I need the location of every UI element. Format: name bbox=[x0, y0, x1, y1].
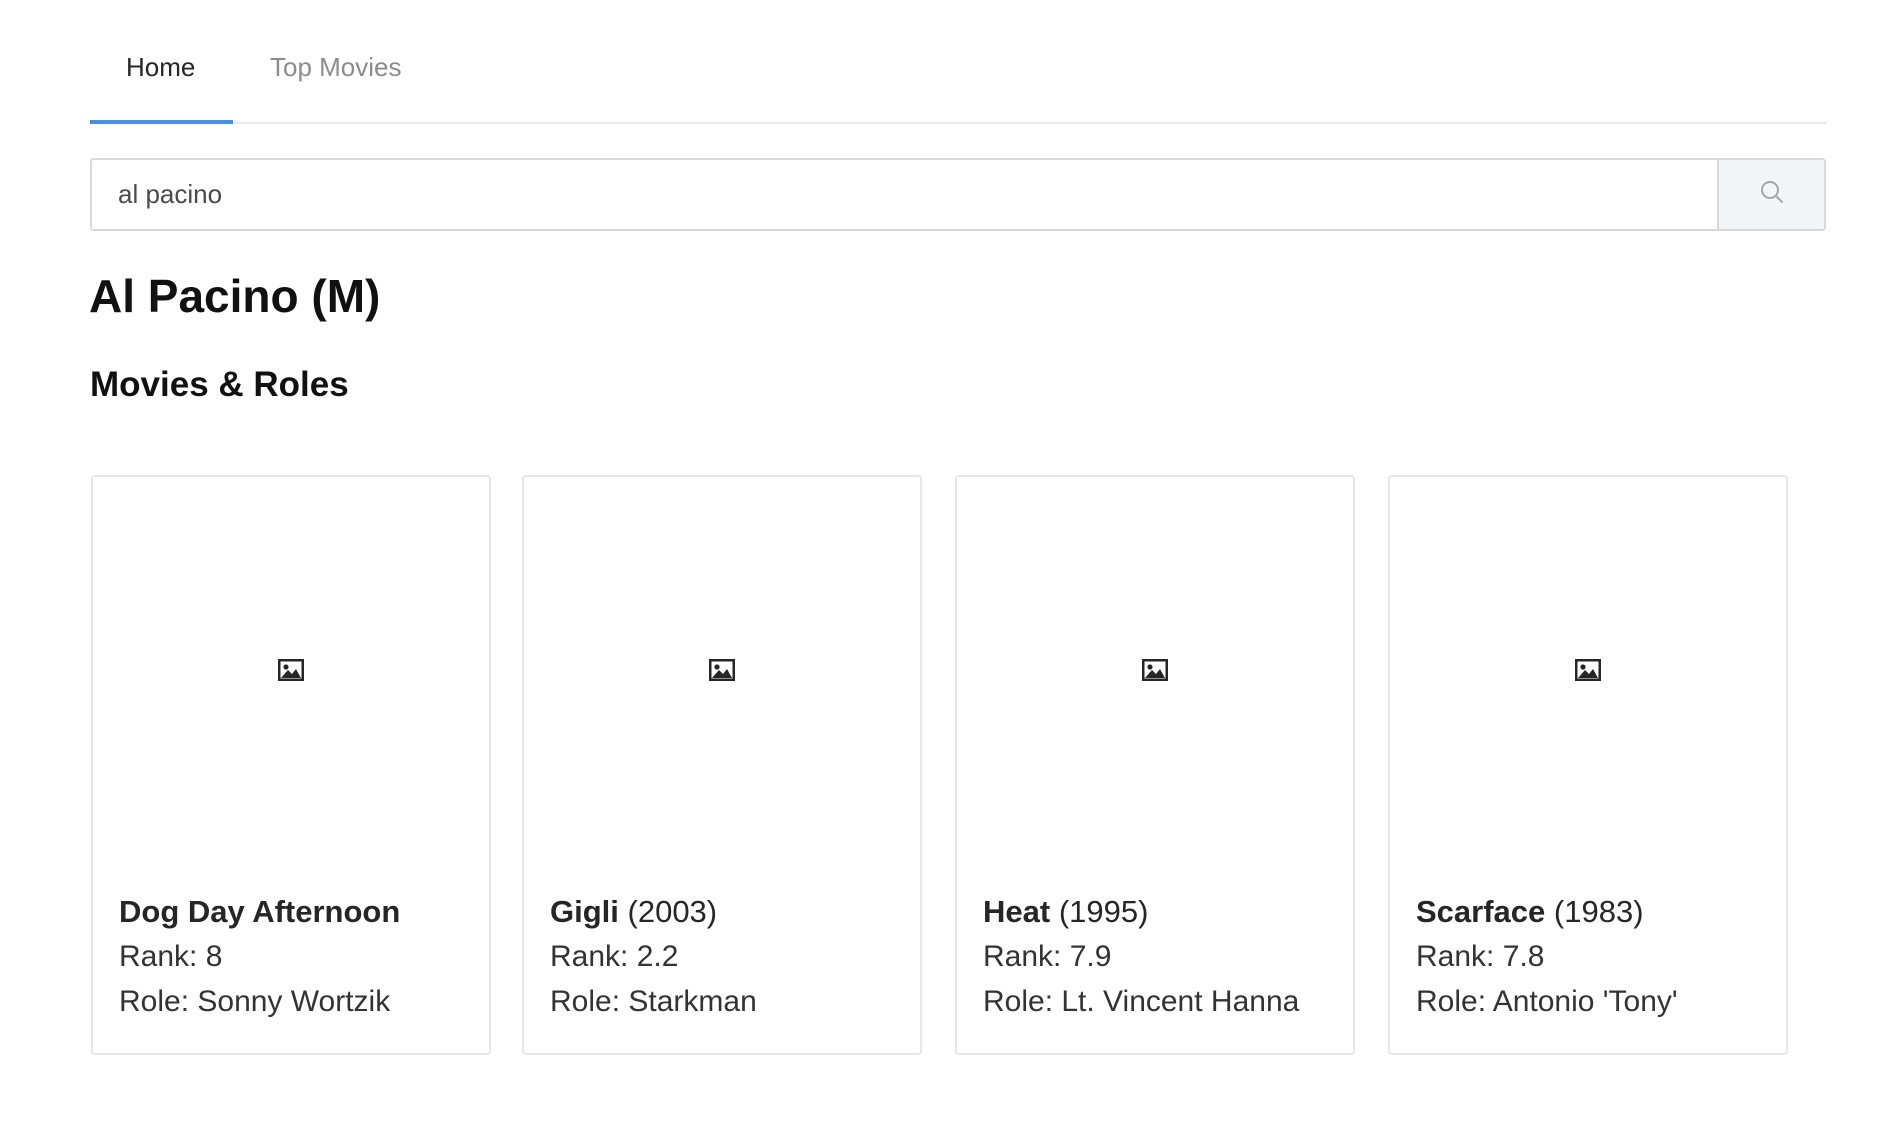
movie-rank: Rank: 7.8 bbox=[1416, 940, 1545, 973]
search-bar bbox=[90, 158, 1826, 231]
movie-card-body: Gigli (2003) Rank: 2.2 Role: Starkman bbox=[550, 892, 910, 1022]
movie-heading: Dog Day Afternoon bbox=[119, 892, 479, 932]
movie-title: Dog Day Afternoon bbox=[119, 894, 401, 929]
movie-rank: Rank: 2.2 bbox=[550, 940, 679, 973]
movie-card[interactable]: Gigli (2003) Rank: 2.2 Role: Starkman bbox=[522, 475, 922, 1055]
tab-home[interactable]: Home bbox=[126, 50, 195, 84]
movie-card[interactable]: Dog Day Afternoon Rank: 8 Role: Sonny Wo… bbox=[91, 475, 491, 1055]
movie-title: Gigli bbox=[550, 894, 619, 929]
movie-poster bbox=[524, 477, 920, 867]
movie-card[interactable]: Heat (1995) Rank: 7.9 Role: Lt. Vincent … bbox=[955, 475, 1355, 1055]
movie-rank: Rank: 7.9 bbox=[983, 940, 1112, 973]
movie-card-body: Heat (1995) Rank: 7.9 Role: Lt. Vincent … bbox=[983, 892, 1343, 1022]
movie-role: Role: Starkman bbox=[550, 985, 757, 1018]
active-tab-indicator bbox=[90, 120, 233, 124]
movie-poster bbox=[93, 477, 489, 867]
movie-role: Role: Lt. Vincent Hanna bbox=[983, 985, 1300, 1018]
movie-title: Heat bbox=[983, 894, 1051, 929]
search-icon bbox=[1759, 179, 1785, 210]
movie-card-body: Dog Day Afternoon Rank: 8 Role: Sonny Wo… bbox=[119, 892, 479, 1022]
movie-poster bbox=[1390, 477, 1786, 867]
movie-heading: Scarface (1983) bbox=[1416, 892, 1776, 932]
movie-heading: Heat (1995) bbox=[983, 892, 1343, 932]
image-placeholder-icon bbox=[277, 658, 305, 687]
section-title: Movies & Roles bbox=[90, 365, 349, 404]
movie-role: Role: Antonio 'Tony' bbox=[1416, 985, 1678, 1018]
movie-year: (2003) bbox=[627, 894, 718, 929]
movie-heading: Gigli (2003) bbox=[550, 892, 910, 932]
movie-card-body: Scarface (1983) Rank: 7.8 Role: Antonio … bbox=[1416, 892, 1776, 1022]
movie-rank: Rank: 8 bbox=[119, 940, 223, 973]
movie-year: (1995) bbox=[1058, 894, 1149, 929]
movie-title: Scarface bbox=[1416, 894, 1546, 929]
movie-role: Role: Sonny Wortzik bbox=[119, 985, 391, 1018]
tab-bar: Home Top Movies bbox=[90, 0, 1826, 124]
image-placeholder-icon bbox=[708, 658, 736, 687]
tab-top-movies[interactable]: Top Movies bbox=[270, 50, 402, 84]
movie-card[interactable]: Scarface (1983) Rank: 7.8 Role: Antonio … bbox=[1388, 475, 1788, 1055]
image-placeholder-icon bbox=[1574, 658, 1602, 687]
person-title: Al Pacino (M) bbox=[89, 270, 381, 322]
page: Home Top Movies Al Pacino (M) Movies & R… bbox=[0, 0, 1894, 1140]
movie-year: (1983) bbox=[1553, 894, 1644, 929]
search-button[interactable] bbox=[1717, 160, 1824, 229]
search-input[interactable] bbox=[92, 160, 1717, 229]
image-placeholder-icon bbox=[1141, 658, 1169, 687]
movie-poster bbox=[957, 477, 1353, 867]
